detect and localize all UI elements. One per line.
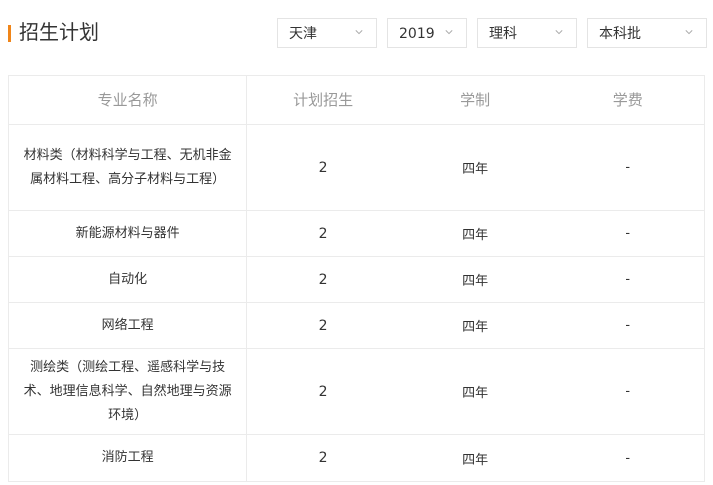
title-accent-bar: [8, 25, 11, 42]
enrollment-plan-table: 专业名称 计划招生 学制 学费 材料类（材料科学与工程、无机非金属材料工程、高分…: [8, 75, 705, 482]
cell-major: 网络工程: [9, 303, 248, 348]
table-row: 材料类（材料科学与工程、无机非金属材料工程、高分子材料与工程） 2 四年 -: [9, 125, 704, 211]
cell-major: 材料类（材料科学与工程、无机非金属材料工程、高分子材料与工程）: [9, 125, 248, 210]
cell-fee: -: [625, 450, 631, 466]
subject-select[interactable]: 理科: [477, 18, 577, 48]
table-row: 消防工程 2 四年 -: [9, 435, 704, 481]
cell-plan: 2: [318, 450, 328, 466]
cell-duration: 四年: [462, 162, 489, 177]
column-header-major: 专业名称: [9, 76, 248, 124]
batch-select-value: 本科批: [599, 26, 641, 42]
province-select[interactable]: 天津: [277, 18, 377, 48]
subject-select-value: 理科: [489, 26, 517, 42]
table-header: 专业名称 计划招生 学制 学费: [9, 76, 704, 125]
chevron-down-icon: [445, 30, 453, 35]
column-header-fee: 学费: [612, 91, 643, 109]
cell-plan: 2: [318, 225, 328, 242]
cell-plan: 2: [318, 383, 328, 400]
year-select-value: 2019: [399, 26, 435, 42]
cell-major: 自动化: [9, 257, 248, 302]
table-row: 自动化 2 四年 -: [9, 257, 704, 303]
chevron-down-icon: [355, 30, 363, 35]
chevron-down-icon: [685, 30, 693, 35]
cell-duration: 四年: [462, 386, 489, 401]
chevron-down-icon: [555, 30, 563, 35]
table-row: 网络工程 2 四年 -: [9, 303, 704, 349]
cell-fee: -: [625, 272, 631, 287]
section-title: 招生计划: [19, 20, 99, 44]
cell-duration: 四年: [462, 452, 489, 468]
cell-plan: 2: [318, 271, 328, 288]
table-row: 测绘类（测绘工程、遥感科学与技术、地理信息科学、自然地理与资源环境） 2 四年 …: [9, 349, 704, 435]
column-header-plan: 计划招生: [293, 91, 354, 109]
cell-fee: -: [625, 160, 631, 175]
section-header: 招生计划 天津 2019 理科 本科批: [0, 0, 713, 66]
cell-plan: 2: [318, 159, 328, 176]
province-select-value: 天津: [289, 26, 317, 42]
year-select[interactable]: 2019: [387, 18, 467, 48]
cell-duration: 四年: [462, 274, 489, 289]
cell-plan: 2: [318, 317, 328, 334]
cell-major: 消防工程: [9, 435, 248, 481]
column-header-duration: 学制: [460, 91, 491, 109]
cell-duration: 四年: [462, 320, 489, 335]
cell-fee: -: [625, 226, 631, 241]
table-row: 新能源材料与器件 2 四年 -: [9, 211, 704, 257]
cell-major: 测绘类（测绘工程、遥感科学与技术、地理信息科学、自然地理与资源环境）: [9, 349, 248, 434]
cell-major: 新能源材料与器件: [9, 211, 248, 256]
cell-fee: -: [625, 318, 631, 333]
cell-duration: 四年: [462, 228, 489, 243]
batch-select[interactable]: 本科批: [587, 18, 707, 48]
cell-fee: -: [625, 384, 631, 399]
